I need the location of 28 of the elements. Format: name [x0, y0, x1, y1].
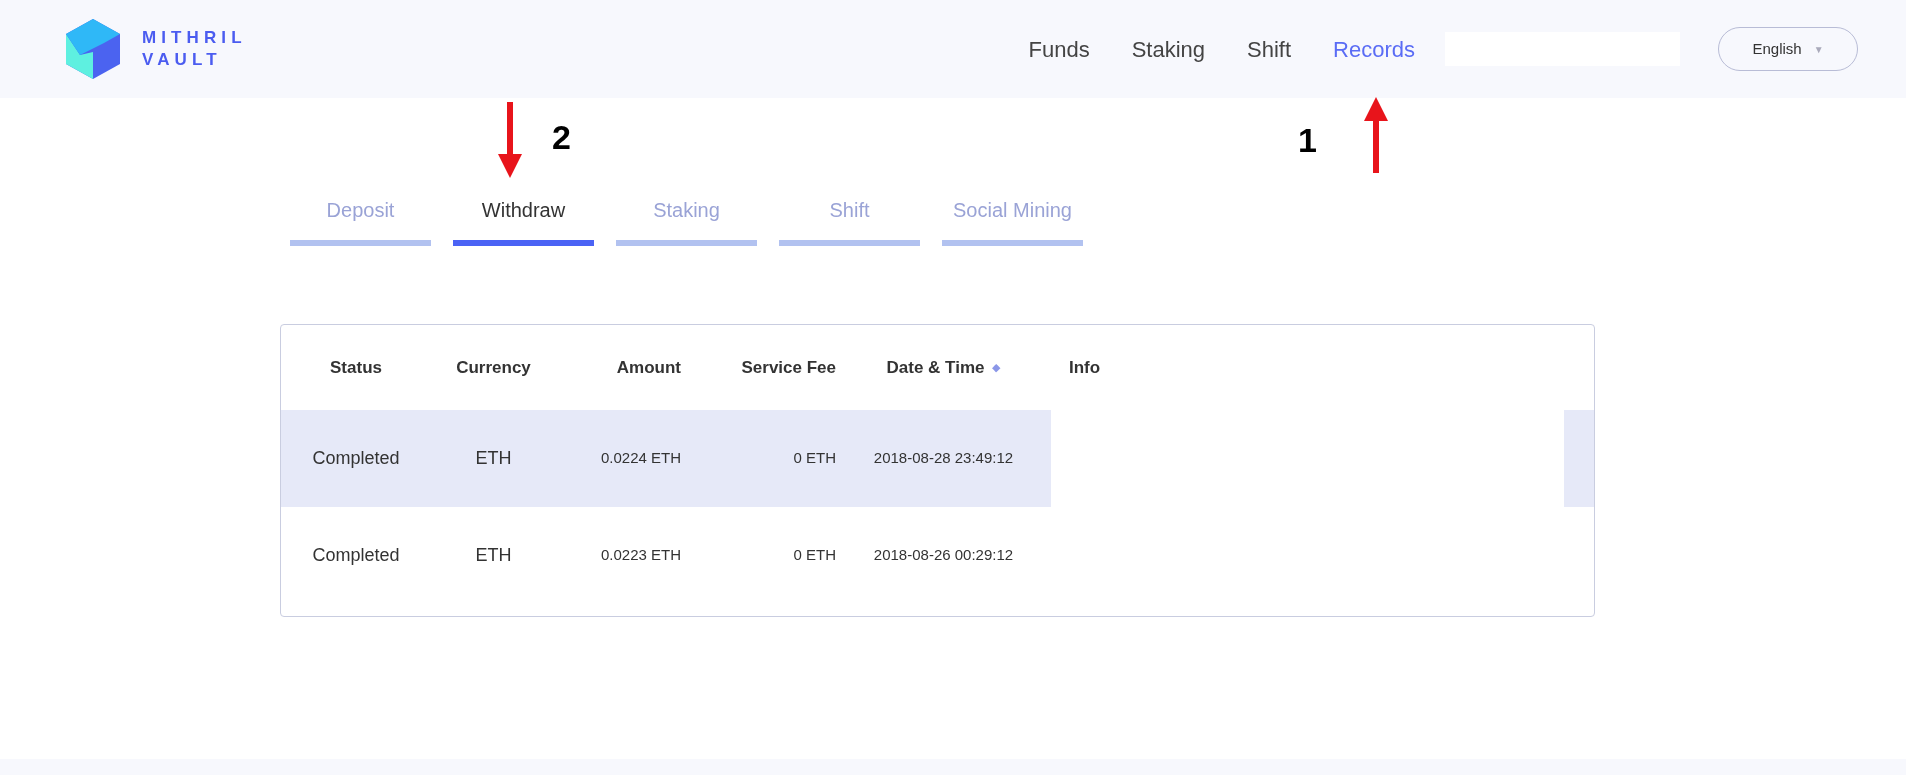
- logo-text: MITHRIL: [142, 27, 247, 49]
- nav-link[interactable]: Funds: [1028, 32, 1090, 66]
- column-header: Amount: [616, 356, 681, 379]
- table-cell-text: 2018-08-28 23:49:12: [873, 448, 1014, 469]
- table-cell-text: 0 ETH: [793, 448, 836, 469]
- cube-logo-icon: [64, 17, 122, 81]
- table-cell-text: Completed: [312, 544, 400, 567]
- table-cell-text: 2018-08-26 00:29:12: [873, 545, 1014, 566]
- table-cell-text: 0.0224 ETH: [600, 448, 681, 469]
- table-cell-text: ETH: [475, 544, 512, 567]
- column-header: Info: [1069, 356, 1101, 379]
- nav-link[interactable]: Shift: [1247, 32, 1292, 66]
- nav-link[interactable]: Staking: [1131, 32, 1206, 66]
- column-header: Status: [330, 356, 382, 379]
- table-cell-text: ETH: [475, 447, 512, 470]
- column-header: Currency: [456, 356, 531, 379]
- table-row[interactable]: Completed ETH 0.0224 ETH 0 ETH 2018-08-28 23:49:12: [281, 410, 1594, 507]
- annotation-number: 2: [552, 117, 571, 158]
- logo-text: VAULT: [142, 49, 223, 71]
- table-cell-text: Completed: [312, 447, 400, 470]
- table-cell-text: 0 ETH: [793, 545, 836, 566]
- annotation-number: 1: [1298, 120, 1317, 161]
- column-header: Service Fee: [741, 356, 836, 379]
- column-header: Date & Time: [886, 356, 985, 379]
- language-dropdown[interactable]: English ▼: [1718, 27, 1858, 71]
- nav-link[interactable]: Records: [1333, 32, 1415, 66]
- tab[interactable]: Withdraw: [453, 192, 594, 246]
- table-cell-text: 0.0223 ETH: [600, 545, 681, 566]
